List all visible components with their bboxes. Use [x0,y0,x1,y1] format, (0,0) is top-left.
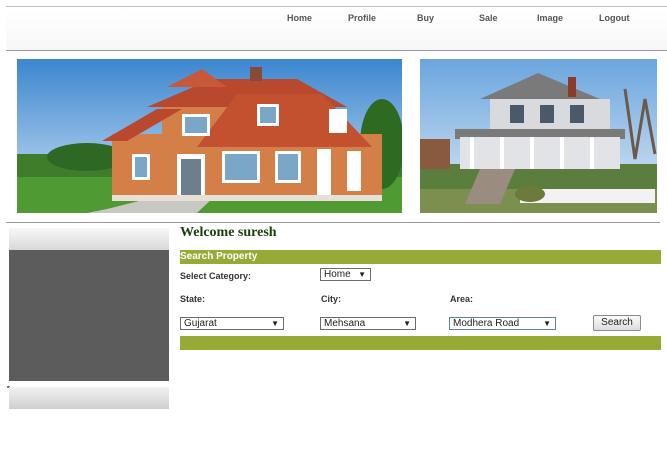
nav-image-link[interactable]: Image [537,13,563,23]
search-property-bar: Search Property [180,250,661,264]
state-label: State: [180,294,206,304]
search-button[interactable]: Search [593,315,641,331]
nav-sale-link[interactable]: Sale [479,13,498,23]
category-label: Select Category: [180,271,252,281]
welcome-heading: Welcome suresh [180,225,277,240]
sidebar-header [9,228,169,250]
category-select[interactable]: Home ▼ [320,268,371,281]
nav-home-link[interactable]: Home [287,13,312,23]
nav-buy-link[interactable]: Buy [417,13,434,23]
city-select[interactable]: Mehsana ▼ [320,317,416,330]
area-label: Area: [450,294,474,304]
house-photo-1 [17,59,402,213]
area-select[interactable]: Modhera Road ▼ [449,317,556,330]
sidebar-footer [9,387,169,409]
city-label: City: [321,294,341,304]
chevron-down-icon: ▼ [358,270,366,279]
nav-profile-link[interactable]: Profile [348,13,376,23]
chevron-down-icon: ▼ [271,319,279,328]
house-photo-2 [420,59,657,213]
search-property-title: Search Property [180,251,258,262]
chevron-down-icon: ▼ [403,319,411,328]
section-divider [6,222,660,223]
state-select[interactable]: Gujarat ▼ [180,317,284,330]
state-select-value: Gujarat [184,318,217,329]
top-nav: Home Profile Buy Sale Image Logout [6,9,667,51]
search-footer-bar [180,336,661,350]
chevron-down-icon: ▼ [543,319,551,328]
nav-logout-link[interactable]: Logout [599,13,630,23]
city-select-value: Mehsana [324,318,366,329]
top-border [6,6,667,7]
category-select-value: Home [324,269,351,280]
area-select-value: Modhera Road [453,318,520,329]
sidebar-panel [9,250,169,381]
